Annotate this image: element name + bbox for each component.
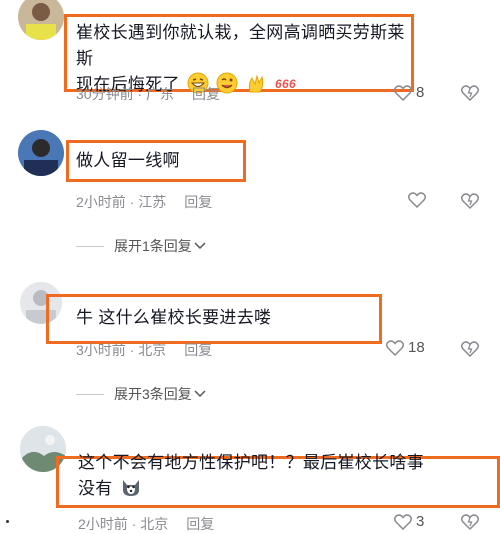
comment-text-line-2: 没有	[78, 476, 498, 502]
avatar[interactable]	[18, 0, 64, 40]
chevron-down-icon	[194, 242, 206, 250]
comment-time: 2小时前 · 北京	[78, 516, 169, 532]
comment-meta: 30分钟前 · 广东 回复	[76, 84, 220, 104]
comment-time: 3小时前 · 北京	[76, 342, 167, 358]
chevron-down-icon	[194, 390, 206, 398]
heart-icon	[394, 513, 412, 530]
like-button[interactable]: 3	[394, 513, 424, 530]
svg-text:666: 666	[275, 77, 296, 91]
reply-button[interactable]: 回复	[192, 86, 220, 102]
comment-text: 这个不会有地方性保护吧！？最后崔校长啥事 没有	[78, 450, 498, 502]
comment-meta: 3小时前 · 北京 回复	[76, 340, 212, 360]
reply-button[interactable]: 回复	[184, 342, 212, 358]
divider-dot	[6, 520, 9, 523]
heart-icon	[408, 192, 426, 208]
dislike-icon[interactable]	[461, 192, 479, 210]
comment-time: 2小时前 · 江苏	[76, 194, 167, 210]
like-button[interactable]: 8	[394, 84, 424, 101]
clap-emoji-icon	[248, 74, 264, 93]
reply-button[interactable]: 回复	[184, 194, 212, 210]
666-emoji-icon: 666	[275, 77, 296, 91]
comment-time: 30分钟前 · 广东	[76, 86, 175, 102]
comment-text: 牛 这什么崔校长要进去喽	[76, 308, 272, 327]
avatar[interactable]	[18, 130, 64, 176]
comment-text: 做人留一线啊	[76, 151, 180, 170]
comment-text-line: 崔校长遇到你就认栽，全网高调晒买劳斯莱斯	[76, 23, 405, 68]
heart-icon	[394, 84, 412, 101]
heart-icon	[386, 339, 404, 356]
husky-emoji-icon	[122, 480, 139, 496]
like-button[interactable]	[408, 192, 426, 208]
expand-replies-label: 展开1条回复	[114, 238, 192, 254]
expand-replies-button[interactable]: 展开1条回复	[76, 236, 206, 256]
divider	[76, 393, 104, 395]
like-count: 3	[416, 513, 425, 530]
dislike-icon[interactable]	[461, 340, 479, 358]
comment-text-line: 这个不会有地方性保护吧！？最后崔校长啥事	[78, 453, 424, 472]
expand-replies-button[interactable]: 展开3条回复	[76, 384, 206, 404]
divider	[76, 245, 104, 247]
dislike-icon[interactable]	[461, 84, 479, 102]
reply-button[interactable]: 回复	[186, 516, 214, 532]
comment-meta: 2小时前 · 北京 回复	[78, 514, 214, 534]
dislike-icon[interactable]	[461, 513, 479, 531]
expand-replies-label: 展开3条回复	[114, 386, 192, 402]
like-button[interactable]: 18	[386, 339, 425, 356]
comment-meta: 2小时前 · 江苏 回复	[76, 192, 212, 212]
like-count: 18	[408, 339, 425, 356]
like-count: 8	[416, 84, 425, 101]
